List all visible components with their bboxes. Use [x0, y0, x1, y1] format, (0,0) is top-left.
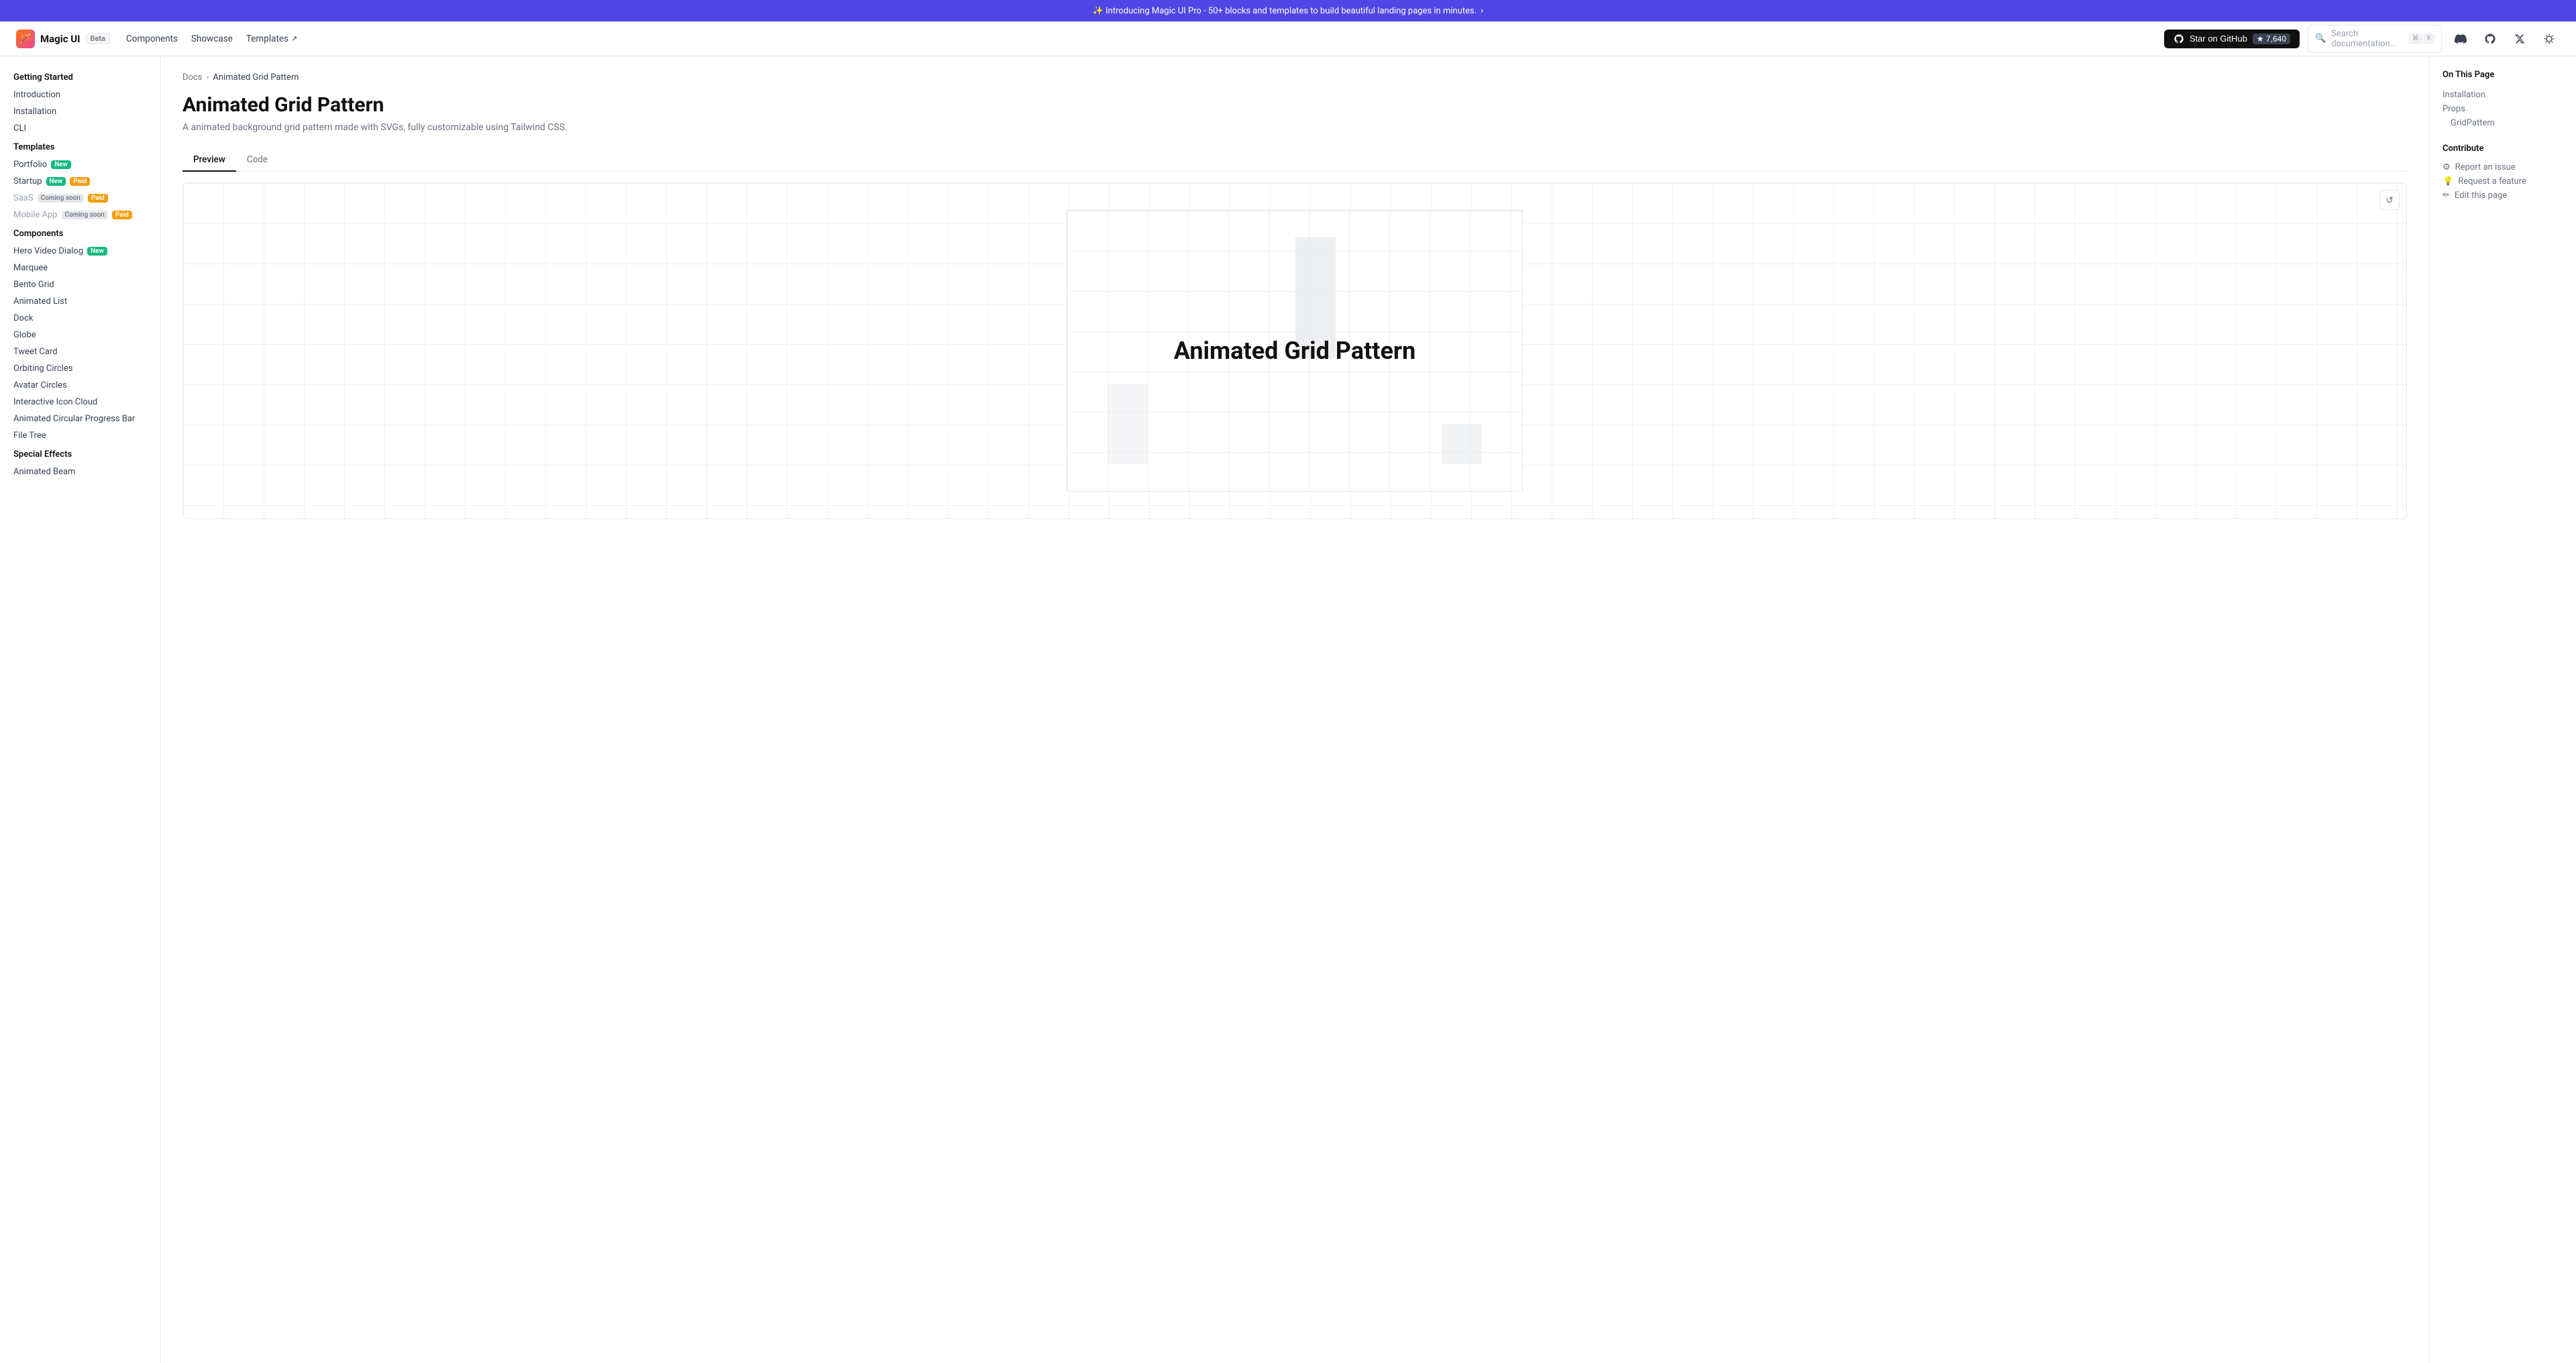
report-icon: ⚙ — [2443, 162, 2451, 172]
components-title: Components — [0, 223, 160, 243]
nav: Components Showcase Templates ↗ — [126, 34, 297, 44]
anim-square-5 — [1442, 424, 1482, 464]
sidebar-item-circular-progress[interactable]: Animated Circular Progress Bar — [0, 411, 160, 427]
header-right: Star on GitHub ★ 7,640 🔍 Search document… — [2164, 25, 2560, 53]
sidebar-item-animated-beam[interactable]: Animated Beam — [0, 464, 160, 480]
tab-preview[interactable]: Preview — [182, 149, 236, 172]
saas-paid-badge: Paid — [88, 194, 108, 203]
edit-page-link[interactable]: ✏ Edit this page — [2443, 188, 2563, 203]
grid-preview: Animated Grid Pattern — [183, 183, 2406, 519]
sidebar-item-portfolio[interactable]: Portfolio New — [0, 156, 160, 173]
banner-arrow: › — [1481, 5, 1483, 16]
edit-icon: ✏ — [2443, 190, 2450, 201]
refresh-button[interactable]: ↺ — [2379, 190, 2400, 210]
search-kbd: ⌘ K — [2409, 34, 2434, 44]
startup-new-badge: New — [46, 177, 66, 186]
star-count: ★ 7,640 — [2253, 34, 2290, 44]
contribute-title: Contribute — [2443, 144, 2563, 154]
getting-started-title: Getting Started — [0, 67, 160, 87]
sun-icon — [2544, 34, 2555, 44]
nav-templates[interactable]: Templates ↗ — [246, 34, 297, 44]
breadcrumb: Docs › Animated Grid Pattern — [182, 72, 2407, 83]
anim-square-2 — [1295, 278, 1336, 318]
discord-button[interactable] — [2450, 28, 2471, 50]
breadcrumb-separator: › — [206, 72, 209, 83]
sidebar-item-file-tree[interactable]: File Tree — [0, 427, 160, 444]
main-content: Docs › Animated Grid Pattern Animated Gr… — [161, 56, 2428, 1363]
sidebar-item-animated-list[interactable]: Animated List — [0, 293, 160, 310]
sidebar-item-introduction[interactable]: Introduction — [0, 87, 160, 103]
sidebar-item-avatar-circles[interactable]: Avatar Circles — [0, 377, 160, 394]
github-nav-icon — [2484, 33, 2496, 45]
sidebar-item-saas[interactable]: SaaS Coming soon Paid — [0, 190, 160, 207]
header: 🪄 Magic UI Beta Components Showcase Temp… — [0, 21, 2576, 56]
mobileapp-coming-badge: Coming soon — [62, 211, 108, 219]
toc-installation[interactable]: Installation — [2443, 88, 2563, 102]
nav-showcase[interactable]: Showcase — [191, 34, 233, 44]
herovideo-new-badge: New — [87, 247, 107, 256]
page-description: A animated background grid pattern made … — [182, 122, 2407, 133]
sidebar-item-hero-video[interactable]: Hero Video Dialog New — [0, 243, 160, 260]
right-panel: On This Page Installation Props GridPatt… — [2428, 56, 2576, 1363]
tab-code[interactable]: Code — [236, 149, 278, 172]
toc-gridpattern[interactable]: GridPattern — [2443, 116, 2563, 130]
sidebar-item-dock[interactable]: Dock — [0, 310, 160, 327]
github-icon-button[interactable] — [2479, 28, 2501, 50]
cmd-key: ⌘ — [2409, 34, 2422, 44]
sidebar-item-mobile-app[interactable]: Mobile App Coming soon Paid — [0, 207, 160, 223]
github-label: Star on GitHub — [2190, 34, 2247, 44]
preview-area: ↺ Animated Grid Pattern — [182, 182, 2407, 519]
nav-components[interactable]: Components — [126, 34, 178, 44]
k-key: K — [2424, 34, 2434, 44]
sidebar: Getting Started Introduction Installatio… — [0, 56, 161, 1363]
sidebar-item-icon-cloud[interactable]: Interactive Icon Cloud — [0, 394, 160, 411]
search-icon: 🔍 — [2315, 34, 2326, 44]
top-banner[interactable]: ✨ Introducing Magic UI Pro - 50+ blocks … — [0, 0, 2576, 21]
saas-coming-badge: Coming soon — [38, 194, 84, 203]
mobileapp-paid-badge: Paid — [112, 211, 132, 219]
grid-inner-box: Animated Grid Pattern — [1067, 210, 1523, 492]
sidebar-item-marquee[interactable]: Marquee — [0, 260, 160, 276]
breadcrumb-current: Animated Grid Pattern — [213, 72, 299, 83]
sidebar-item-globe[interactable]: Globe — [0, 327, 160, 343]
beta-badge: Beta — [86, 33, 110, 44]
grid-preview-title: Animated Grid Pattern — [1174, 337, 1416, 365]
feature-icon: 💡 — [2443, 176, 2453, 186]
sidebar-item-startup[interactable]: Startup New Paid — [0, 173, 160, 190]
anim-square-1 — [1295, 237, 1336, 278]
sidebar-item-tweet-card[interactable]: Tweet Card — [0, 343, 160, 360]
search-placeholder: Search documentation... — [2331, 29, 2404, 49]
main-layout: Getting Started Introduction Installatio… — [0, 56, 2576, 1363]
page-title: Animated Grid Pattern — [182, 93, 2407, 117]
request-feature-link[interactable]: 💡 Request a feature — [2443, 174, 2563, 188]
anim-square-4 — [1108, 384, 1148, 464]
sidebar-item-installation[interactable]: Installation — [0, 103, 160, 120]
sidebar-item-cli[interactable]: CLI — [0, 120, 160, 137]
portfolio-new-badge: New — [51, 160, 71, 169]
preview-toolbar: ↺ — [2379, 190, 2400, 210]
external-icon: ↗ — [291, 34, 297, 43]
special-effects-title: Special Effects — [0, 444, 160, 464]
report-issue-link[interactable]: ⚙ Report an issue — [2443, 160, 2563, 174]
banner-text: ✨ Introducing Magic UI Pro - 50+ blocks … — [1093, 6, 1477, 16]
sidebar-item-orbiting-circles[interactable]: Orbiting Circles — [0, 360, 160, 377]
toc-title: On This Page — [2443, 70, 2563, 80]
theme-toggle-button[interactable] — [2538, 28, 2560, 50]
brand-name: Magic UI — [40, 33, 80, 45]
discord-icon — [2455, 33, 2467, 45]
sidebar-item-bento-grid[interactable]: Bento Grid — [0, 276, 160, 293]
breadcrumb-root[interactable]: Docs — [182, 72, 202, 83]
logo-area: 🪄 Magic UI Beta — [16, 30, 110, 48]
tabs: Preview Code — [182, 149, 2407, 172]
twitter-icon — [2514, 34, 2525, 44]
toc-props[interactable]: Props — [2443, 102, 2563, 116]
templates-title: Templates — [0, 137, 160, 156]
startup-paid-badge: Paid — [70, 177, 90, 186]
github-icon — [2174, 34, 2184, 44]
logo-icon: 🪄 — [16, 30, 35, 48]
twitter-button[interactable] — [2509, 28, 2530, 50]
search-box[interactable]: 🔍 Search documentation... ⌘ K — [2308, 25, 2442, 53]
github-button[interactable]: Star on GitHub ★ 7,640 — [2164, 30, 2300, 48]
